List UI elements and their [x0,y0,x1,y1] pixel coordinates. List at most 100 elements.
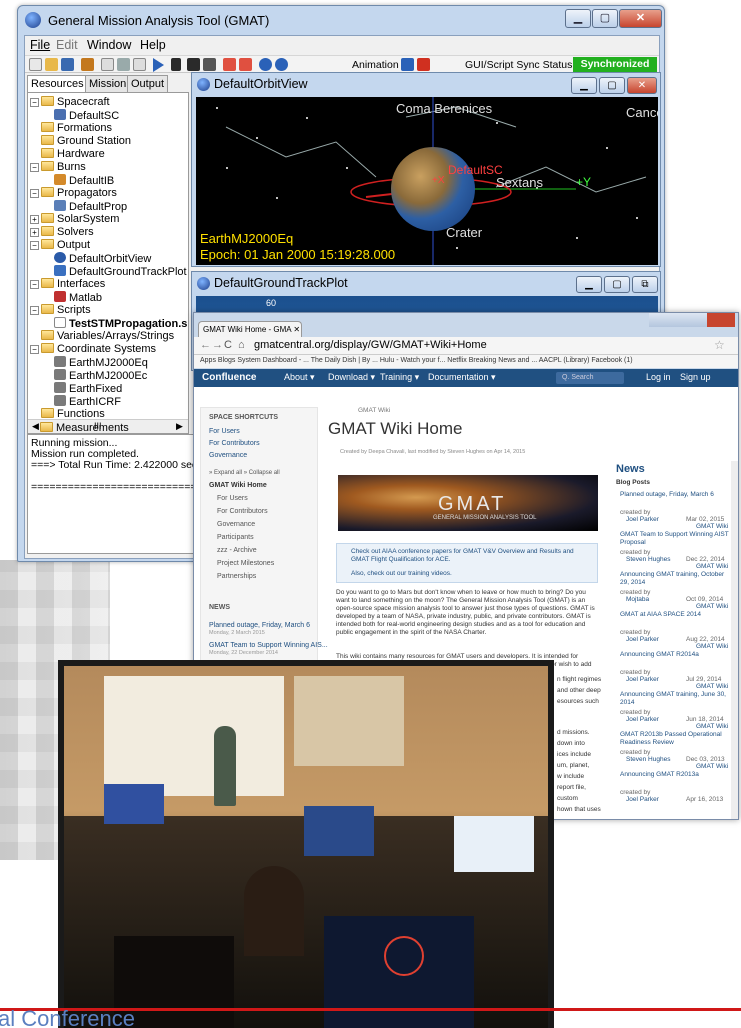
tree-item[interactable]: Ground Station [41,135,131,148]
tree-item[interactable]: Variables/Arrays/Strings [41,330,174,343]
tree-item[interactable]: − Scripts [30,304,91,317]
nav-about[interactable]: About ▾ [284,372,315,383]
tree-item[interactable]: − Propagators [30,187,117,200]
maximize-button[interactable]: ▢ [592,9,618,28]
page-tree-root[interactable]: GMAT Wiki Home [209,482,267,489]
tree-item[interactable]: − Interfaces [30,278,105,291]
sidebar-news-link[interactable]: Planned outage, Friday, March 6 [209,622,310,629]
news-item-space[interactable]: GMAT Wiki [696,723,736,731]
nav-training[interactable]: Training ▾ [380,372,419,383]
pause-icon[interactable] [171,58,181,71]
tree-item[interactable]: + SolarSystem [30,213,119,226]
close-all-icon-2[interactable] [239,58,252,71]
news-item-space[interactable]: GMAT Wiki [696,603,736,611]
shortcut-link[interactable]: For Contributors [209,440,260,447]
news-item-space[interactable]: GMAT Wiki [696,563,736,571]
news-item-title[interactable]: GMAT R2013b Passed Operational Readiness… [620,731,732,747]
shortcut-link[interactable]: Governance [209,452,247,459]
gmat-titlebar[interactable]: General Mission Analysis Tool (GMAT) ▁ ▢… [18,6,664,34]
tool-icon[interactable] [117,58,130,71]
tree-item[interactable]: EarthMJ2000Ec [54,369,147,382]
menu-edit[interactable]: Edit [56,38,78,52]
menu-file[interactable]: File [30,38,50,52]
reload-icon[interactable]: C [224,339,232,351]
settings-icon[interactable] [81,58,94,71]
tab-mission[interactable]: Mission [85,75,131,92]
tree-item[interactable]: − Spacecraft [30,96,110,109]
orbit-maximize-button[interactable]: ▢ [599,77,625,94]
news-item-space[interactable]: GMAT Wiki [696,643,736,651]
tree-item[interactable]: DefaultIB [54,174,114,187]
info-icon[interactable] [259,58,272,71]
info-text[interactable]: Check out AIAA conference papers for GMA… [351,548,591,564]
orbit-close-button[interactable]: ✕ [627,77,657,94]
confluence-logo[interactable]: Confluence [202,372,256,383]
tree-item[interactable]: EarthMJ2000Eq [54,356,148,369]
ground-minimize-button[interactable]: ▁ [576,276,602,293]
orbit-minimize-button[interactable]: ▁ [571,77,597,94]
animation-stop-icon[interactable] [417,58,430,71]
tree-item[interactable]: DefaultOrbitView [54,252,151,265]
minimize-button[interactable]: ▁ [565,9,591,28]
tree-item[interactable]: Hardware [41,148,105,161]
tree-item[interactable]: − Output [30,239,90,252]
tree-item[interactable]: EarthFixed [54,382,122,395]
url-text[interactable]: gmatcentral.org/display/GW/GMAT+Wiki+Hom… [254,339,487,351]
sidebar-news-link[interactable]: GMAT Team to Support Winning AIS... [209,642,328,649]
close-button[interactable]: ✕ [619,9,662,28]
page-tree-item[interactable]: Project Milestones [217,560,274,567]
animation-play-icon[interactable] [401,58,414,71]
nav-download[interactable]: Download ▾ [328,372,375,383]
news-item-title[interactable]: Announcing GMAT R2014a [620,651,732,659]
address-bar[interactable]: ← → C ⌂ gmatcentral.org/display/GW/GMAT+… [194,337,738,355]
bookmark-star-icon[interactable]: ☆ [714,338,725,352]
news-item-title[interactable]: Announcing GMAT R2013a [620,771,732,779]
news-item-title[interactable]: GMAT at AIAA SPACE 2014 [620,611,732,619]
page-tree-item[interactable]: zzz - Archive [217,547,257,554]
nav-documentation[interactable]: Documentation ▾ [428,372,496,383]
tab-output[interactable]: Output [127,75,169,92]
browser-close-button[interactable] [707,313,735,327]
browser-tab[interactable]: GMAT Wiki Home - GMA ✕ [198,321,302,337]
news-item-title[interactable]: Planned outage, Friday, March 6 [620,491,732,499]
news-item-space[interactable]: GMAT Wiki [696,683,736,691]
tree-item[interactable]: + Solvers [30,226,94,239]
tab-resources[interactable]: Resources [27,75,88,92]
orbit-3d-canvas[interactable]: Coma Berenices Cance Sextans Crater Defa… [196,97,658,265]
menu-window[interactable]: Window [87,38,131,52]
page-tree-item[interactable]: Participants [217,534,254,541]
tree-item[interactable]: − Coordinate Systems [30,343,156,356]
login-link[interactable]: Log in [646,372,671,382]
page-tree-item[interactable]: For Users [217,495,248,502]
ground-restore-button[interactable]: ⧉ [632,276,658,293]
tree-item[interactable]: TestSTMPropagation.s [54,317,187,330]
page-tree-item[interactable]: Governance [217,521,255,528]
page-tree-item[interactable]: For Contributors [217,508,268,515]
tree-item[interactable]: DefaultGroundTrackPlot [54,265,187,278]
close-all-icon[interactable] [223,58,236,71]
copy-icon[interactable] [101,58,114,71]
save-icon[interactable] [61,58,74,71]
page-tree-item[interactable]: Partnerships [217,573,256,580]
confluence-search-input[interactable]: Q. Search [556,372,624,384]
tree-item[interactable]: Matlab [54,291,102,304]
breadcrumb[interactable]: GMAT Wiki [358,407,390,414]
news-item-title[interactable]: GMAT Team to Support Winning AIST Propos… [620,531,732,547]
menu-help[interactable]: Help [140,38,166,52]
ground-maximize-button[interactable]: ▢ [604,276,630,293]
open-icon[interactable] [45,58,58,71]
news-item-title[interactable]: Announcing GMAT training, June 30, 2014 [620,691,732,707]
tree-item[interactable]: Formations [41,122,112,135]
tree-item[interactable]: DefaultSC [54,109,119,122]
back-icon[interactable]: ← [200,339,211,351]
news-item-space[interactable]: GMAT Wiki [696,763,736,771]
expand-collapse-links[interactable]: » Expand all » Collapse all [209,470,280,476]
run-icon[interactable] [153,58,164,72]
home-icon[interactable]: ⌂ [238,339,245,351]
tree-item[interactable]: − Burns [30,161,86,174]
bookmarks-bar[interactable]: Apps Blogs System Dashboard - ... The Da… [194,355,738,368]
help-icon[interactable] [275,58,288,71]
screenshot-icon[interactable] [203,58,216,71]
signup-link[interactable]: Sign up [680,372,711,382]
news-item-title[interactable]: Announcing GMAT training, October 29, 20… [620,571,732,587]
